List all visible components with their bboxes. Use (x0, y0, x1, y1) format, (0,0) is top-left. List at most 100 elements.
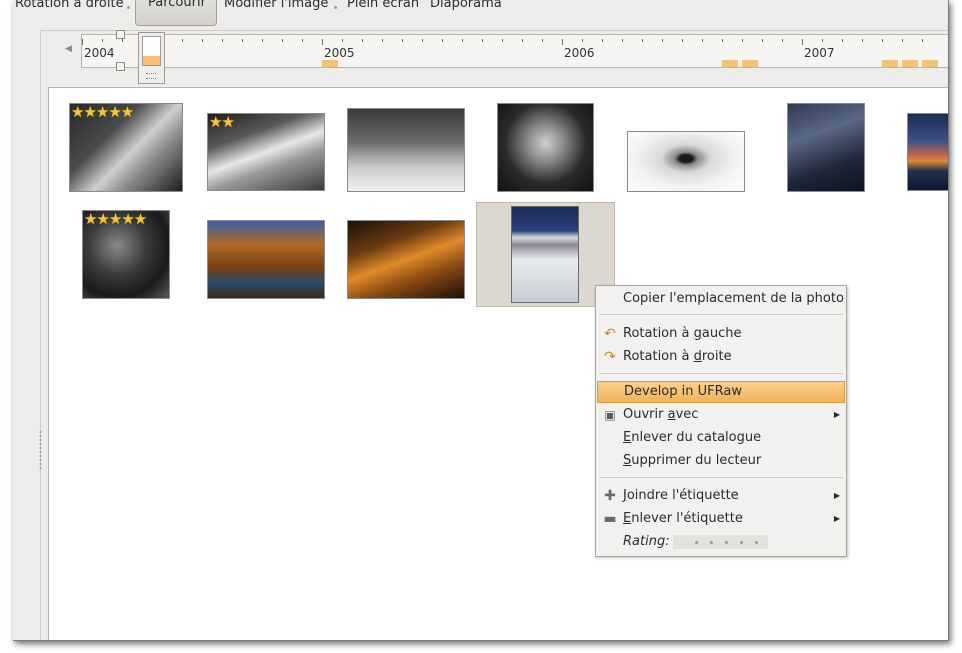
timeline-tick (422, 39, 423, 42)
timeline-tick (182, 39, 183, 42)
menu-item-label: Supprimer du lecteur (623, 453, 762, 468)
photo-thumbnail[interactable] (497, 103, 594, 192)
rating-dot[interactable] (695, 541, 698, 544)
timeline-tick (522, 39, 523, 42)
timeline-tick (682, 39, 683, 42)
menu-item-rating: Rating: (596, 531, 846, 553)
browse-label: Parcourir (148, 0, 206, 10)
photo-thumbnail-selected[interactable] (511, 206, 579, 303)
plus-icon: ✚ (604, 488, 616, 504)
timeline-tick (282, 39, 283, 42)
timeline-tick (262, 39, 263, 42)
edit-image-toolbar-button[interactable]: Modifier l'image (224, 0, 328, 11)
timeline-tick (102, 39, 103, 42)
timeline-tick (382, 39, 383, 42)
timeline-bar (922, 60, 938, 67)
photo-thumbnail[interactable]: ★★ (207, 113, 325, 191)
timeline-tick (662, 39, 663, 42)
timeline-tick (902, 39, 903, 42)
photo-thumbnail[interactable] (347, 220, 465, 299)
minus-icon: ▬ (603, 511, 617, 527)
photo-thumbnail[interactable]: ★★★★★ (82, 210, 170, 299)
timeline-tick (442, 39, 443, 42)
timeline-tick (82, 39, 83, 45)
photo-thumbnail[interactable] (347, 108, 465, 192)
timeline-tick (742, 39, 743, 42)
menu-item-develop-ufraw[interactable]: Develop in UFRaw (597, 381, 845, 403)
timeline-tick (622, 39, 623, 42)
timeline-tick (242, 39, 243, 42)
rating-dot[interactable] (740, 541, 743, 544)
slideshow-toolbar-button[interactable]: Diaporama (430, 0, 502, 11)
photo-thumbnail[interactable] (627, 131, 745, 192)
menu-item-label: Rotation à droite (623, 349, 732, 364)
rating-dot[interactable] (710, 541, 713, 544)
photo-thumbnail[interactable]: ★★★★★ (69, 103, 183, 192)
photo-thumbnail[interactable] (207, 220, 325, 299)
fullscreen-toolbar-button[interactable]: Plein écran (347, 0, 419, 11)
menu-item-remove-from-catalog[interactable]: Enlever du catalogue (596, 427, 846, 449)
menu-item-attach-tag[interactable]: ✚ Joindre l'étiquette ▶ (596, 485, 846, 507)
open-with-icon: ▣ (604, 408, 616, 422)
menu-item-label: Enlever l'étiquette (623, 511, 743, 526)
timeline-tick (202, 39, 203, 42)
rating-stars: ★★ (209, 113, 235, 131)
timeline-tick (122, 39, 123, 42)
timeline-tick (222, 39, 223, 42)
rating-stars: ★★★★★ (71, 103, 134, 121)
timeline-range-end-handle[interactable] (116, 62, 125, 71)
submenu-arrow-icon: ▶ (833, 514, 840, 523)
timeline-tick (322, 39, 323, 45)
pane-resize-handle[interactable] (39, 430, 42, 470)
timeline-range-start-handle[interactable] (116, 30, 125, 39)
menu-item-remove-tag[interactable]: ▬ Enlever l'étiquette ▶ (596, 508, 846, 530)
rating-selector[interactable] (673, 535, 768, 549)
timeline-year: 2006 (564, 46, 595, 60)
toolbar: Rotation à droite Parcourir Modifier l'i… (13, 0, 948, 31)
menu-item-rotate-left[interactable]: ↶ Rotation à gauche (596, 323, 846, 345)
timeline[interactable]: 2004 2005 2006 2007 (81, 34, 948, 68)
timeline-tick (922, 39, 923, 42)
timeline-slider[interactable] (138, 32, 165, 84)
timeline-year: 2005 (324, 46, 355, 60)
browse-toolbar-button[interactable]: Parcourir (135, 0, 217, 26)
timeline-tick (362, 39, 363, 42)
timeline-tick (822, 39, 823, 42)
rating-dot[interactable] (755, 541, 758, 544)
menu-item-open-with[interactable]: ▣ Ouvrir avec ▶ (596, 404, 846, 426)
rating-label: Rating: (623, 534, 670, 549)
menu-item-label: Joindre l'étiquette (623, 488, 739, 503)
menu-item-label: Ouvrir avec (623, 407, 699, 422)
menu-item-label: Copier l'emplacement de la photo (623, 291, 844, 306)
menu-item-label: Enlever du catalogue (623, 430, 762, 445)
rating-dot[interactable] (725, 541, 728, 544)
timeline-bar (742, 60, 758, 67)
timeline-scroll-left-icon[interactable]: ◀ (65, 44, 72, 54)
photo-thumbnail[interactable] (907, 113, 948, 191)
timeline-tick (502, 39, 503, 42)
timeline-tick (482, 39, 483, 42)
rotate-right-toolbar-button[interactable]: Rotation à droite (15, 0, 124, 11)
menu-item-label: Rotation à gauche (623, 326, 742, 341)
menu-separator (599, 373, 843, 374)
timeline-year: 2007 (804, 46, 835, 60)
timeline-bar (322, 60, 338, 67)
app-window: Rotation à droite Parcourir Modifier l'i… (13, 0, 949, 641)
timeline-tick (862, 39, 863, 42)
timeline-tick (882, 39, 883, 42)
timeline-tick (642, 39, 643, 42)
slider-grip-icon (146, 73, 156, 79)
menu-item-rotate-right[interactable]: ↷ Rotation à droite (596, 346, 846, 368)
menu-separator (599, 314, 843, 315)
timeline-tick (462, 39, 463, 42)
menu-item-copy-location[interactable]: Copier l'emplacement de la photo (596, 288, 846, 310)
photo-thumbnail[interactable] (787, 103, 865, 192)
toolbar-separator (334, 6, 337, 9)
timeline-tick (542, 39, 543, 42)
timeline-bar (722, 60, 738, 67)
timeline-year: 2004 (84, 46, 115, 60)
timeline-tick (402, 39, 403, 42)
menu-item-delete-from-drive[interactable]: Supprimer du lecteur (596, 450, 846, 472)
timeline-tick (842, 39, 843, 42)
timeline-tick (722, 39, 723, 42)
